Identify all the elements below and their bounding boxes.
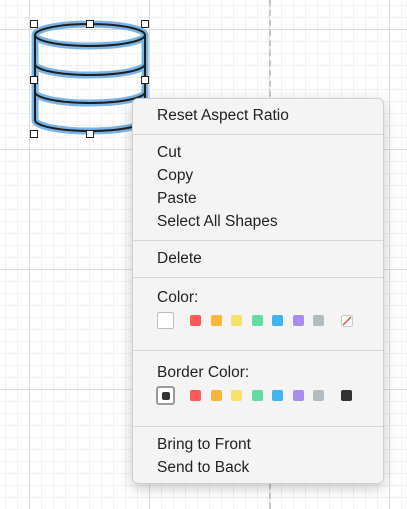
menu-item-cut[interactable]: Cut — [157, 143, 181, 163]
border-color-swatch[interactable] — [190, 390, 201, 401]
color-swatch[interactable] — [292, 315, 304, 326]
context-menu: Reset Aspect Ratio Cut Copy Paste Select… — [132, 98, 384, 484]
border-color-swatch[interactable] — [272, 390, 283, 401]
menu-separator — [133, 277, 383, 278]
menu-separator — [133, 240, 383, 241]
menu-item-send-to-back[interactable]: Send to Back — [157, 458, 249, 478]
border-color-swatch[interactable] — [251, 390, 263, 401]
border-color-swatch[interactable] — [210, 390, 222, 401]
menu-separator — [133, 134, 383, 135]
border-color-swatch[interactable] — [292, 390, 304, 401]
menu-item-select-all-shapes[interactable]: Select All Shapes — [157, 212, 278, 232]
menu-item-bring-to-front[interactable]: Bring to Front — [157, 435, 251, 455]
color-swatch[interactable] — [313, 315, 324, 326]
border-color-section-label: Border Color: — [157, 364, 250, 381]
menu-separator — [133, 426, 383, 427]
resize-handle-top[interactable] — [86, 20, 94, 28]
resize-handle-top-left[interactable] — [30, 20, 38, 28]
color-swatch[interactable] — [251, 315, 263, 326]
menu-separator — [133, 350, 383, 351]
resize-handle-bottom-left[interactable] — [30, 130, 38, 138]
menu-item-delete[interactable]: Delete — [157, 249, 202, 269]
border-swatch-selected[interactable] — [156, 386, 175, 405]
no-color-icon[interactable] — [341, 315, 353, 327]
menu-item-reset-aspect-ratio[interactable]: Reset Aspect Ratio — [157, 106, 289, 126]
color-swatch[interactable] — [231, 315, 242, 326]
resize-handle-bottom[interactable] — [86, 130, 94, 138]
color-swatch[interactable] — [272, 315, 283, 326]
resize-handle-right[interactable] — [141, 76, 149, 84]
border-color-swatch[interactable] — [313, 390, 324, 401]
color-swatch[interactable] — [190, 315, 201, 326]
resize-handle-top-right[interactable] — [141, 20, 149, 28]
color-swatch[interactable] — [210, 315, 222, 326]
color-swatch-none-selected[interactable] — [157, 312, 174, 329]
border-color-swatch[interactable] — [231, 390, 242, 401]
resize-handle-left[interactable] — [30, 76, 38, 84]
menu-item-paste[interactable]: Paste — [157, 189, 197, 209]
menu-item-copy[interactable]: Copy — [157, 166, 193, 186]
border-swatch-selected-fill — [162, 392, 170, 400]
border-color-swatch[interactable] — [341, 390, 352, 401]
color-section-label: Color: — [157, 289, 199, 306]
